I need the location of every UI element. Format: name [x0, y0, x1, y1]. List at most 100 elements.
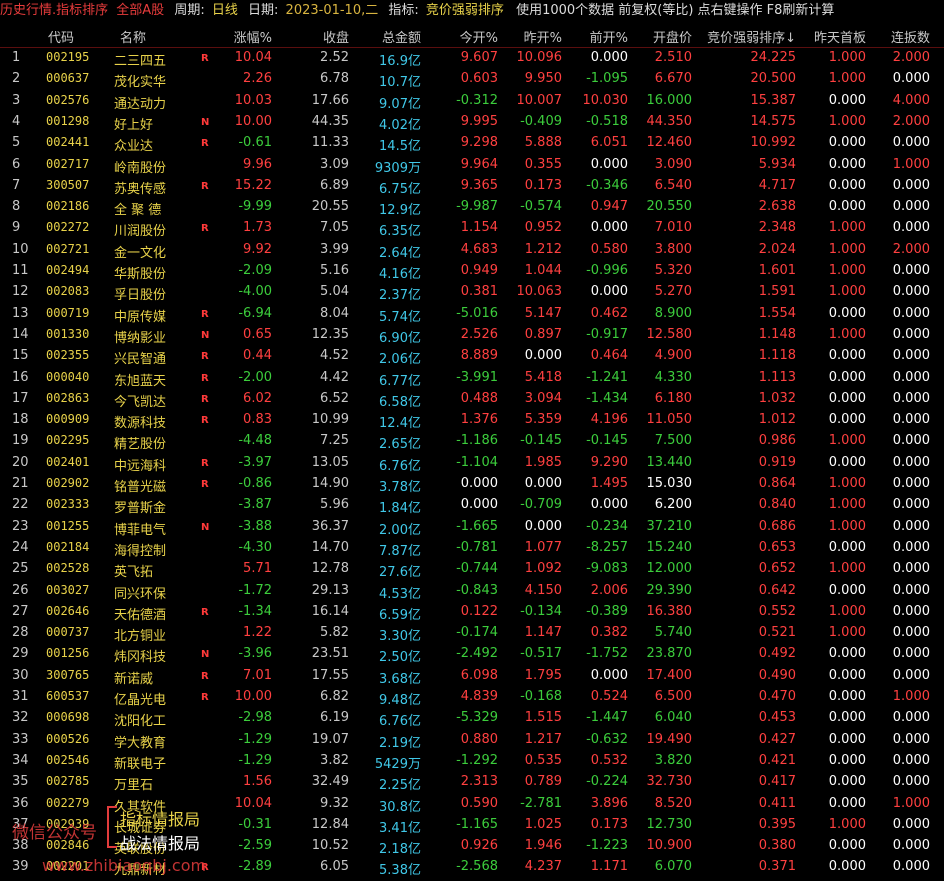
auction-rank: 1.601	[758, 263, 796, 278]
table-row[interactable]: 18 000909 数源科技 R 0.83 10.99 1.376 5.359 4.196 11.…	[0, 410, 944, 431]
table-row[interactable]: 33 000526 学大教育 -1.29 19.07 0.880 1.217 -0.632 19…	[0, 730, 944, 751]
date-value[interactable]: 2023-01-10,二	[286, 0, 379, 22]
stock-name: 沈阳化工	[114, 714, 167, 730]
table-row[interactable]: 29 001256 炜冈科技 N -3.96 23.51 -2.492 -0.517 -1.75…	[0, 644, 944, 665]
yesterday-open-pct: 4.150	[524, 582, 562, 598]
table-row[interactable]: 2 000637 茂化实华 2.26 6.78 0.603 9.950 -1.095 6.670…	[0, 69, 944, 90]
consecutive-boards: 0.000	[892, 603, 930, 619]
scope-selector[interactable]: 全部A股	[116, 0, 164, 22]
table-row[interactable]: 13 000719 中原传媒 R -6.94 8.04 -5.016 5.147 0.462 8.…	[0, 304, 944, 325]
table-row[interactable]: 9 002272 川润股份 R 1.73 7.05 1.154 0.952 0.000 7.010…	[0, 218, 944, 239]
open-price: 12.580	[646, 326, 693, 342]
auction-rank: 2.638	[758, 199, 796, 215]
table-row[interactable]: 12 002083 孚日股份 -4.00 5.04 0.381 10.063 0.000 5.2…	[0, 282, 944, 303]
table-row[interactable]: 25 002528 英飞拓 5.71 12.78 -0.744 1.092 -9.083 12.…	[0, 559, 944, 580]
col-yest-open[interactable]: 昨开%	[524, 27, 562, 46]
yesterday-open-pct: 0.355	[524, 156, 562, 172]
yesterday-first-board: 1.000	[828, 518, 866, 534]
table-row[interactable]: 8 002186 全 聚 德 -9.99 20.55 -9.987 -0.574 0.947 2…	[0, 197, 944, 218]
consecutive-boards: 0.000	[892, 539, 930, 555]
table-row[interactable]: 6 002717 岭南股份 9.96 3.09 9.964 0.355 0.000 3.090 5…	[0, 155, 944, 176]
close-price: 44.35	[311, 113, 349, 129]
close-price: 3.82	[320, 752, 349, 768]
col-yest-first[interactable]: 昨天首板	[814, 27, 866, 46]
prev-open-pct: -1.447	[586, 710, 628, 726]
close-price: 6.78	[320, 71, 349, 87]
stock-name: 精艺股份	[114, 437, 167, 453]
table-row[interactable]: 5 002441 众业达 R -0.61 11.33 9.298 5.888 6.051 12.4…	[0, 133, 944, 154]
col-consec[interactable]: 连扳数	[891, 27, 930, 46]
total-amount: 5.74亿	[379, 306, 421, 325]
table-row[interactable]: 24 002184 海得控制 -4.30 14.70 -0.781 1.077 -8.257 1…	[0, 538, 944, 559]
table-row[interactable]: 35 002785 万里石 1.56 32.49 2.313 0.789 -0.224 32.7…	[0, 772, 944, 793]
prev-open-pct: 0.947	[590, 199, 628, 215]
stock-code: 002576	[46, 92, 90, 107]
table-row[interactable]: 4 001298 好上好 N 10.00 44.35 9.995 -0.409 -0.518 44…	[0, 112, 944, 133]
col-rank[interactable]: 竞价强弱排序↓	[707, 27, 796, 46]
col-close[interactable]: 收盘	[323, 27, 349, 46]
table-row[interactable]: 7 300507 苏奥传感 R 15.22 6.89 9.365 0.173 -0.346 6.5…	[0, 176, 944, 197]
table-row[interactable]: 19 002295 精艺股份 -4.48 7.25 -1.186 -0.145 -0.145 7…	[0, 431, 944, 452]
stock-name: 铭普光磁	[114, 480, 167, 495]
total-amount: 7.87亿	[379, 540, 421, 559]
table-row[interactable]: 21 002902 铭普光磁 R -0.86 14.90 0.000 0.000 1.495 15…	[0, 474, 944, 495]
total-amount: 30.8亿	[379, 796, 421, 815]
amount-value: 3.68	[379, 671, 408, 687]
table-row[interactable]: 1 002195 二三四五 R 10.04 2.52 9.607 10.096 0.000 2.5…	[0, 48, 944, 69]
yesterday-open-pct: 1.795	[524, 667, 562, 683]
table-row[interactable]: 31 600537 亿晶光电 R 10.00 6.82 4.839 -0.168 0.524 6.…	[0, 687, 944, 708]
yesterday-first-board: 0.000	[828, 689, 866, 704]
prev-open-pct: 1.495	[590, 476, 628, 491]
open-price: 8.900	[654, 305, 692, 321]
yesterday-open-pct: 1.092	[524, 561, 562, 577]
yesterday-first-board: 1.000	[828, 433, 866, 449]
consecutive-boards: 0.000	[892, 305, 930, 321]
close-price: 3.99	[320, 241, 349, 257]
amount-value: 3.30	[379, 629, 408, 645]
amount-unit: 亿	[407, 820, 421, 836]
table-row[interactable]: 16 000040 东旭蓝天 R -2.00 4.42 -3.991 5.418 -1.241 4…	[0, 368, 944, 389]
table-row[interactable]: 15 002355 兴民智通 R 0.44 4.52 8.889 0.000 0.464 4.90…	[0, 346, 944, 367]
yesterday-first-board: 0.000	[828, 795, 866, 811]
table-row[interactable]: 26 003027 同兴环保 -1.72 29.13 -0.843 4.150 2.006 29…	[0, 581, 944, 602]
table-row[interactable]: 28 000737 北方铜业 1.22 5.82 -0.174 1.147 0.382 5.74…	[0, 623, 944, 644]
col-open-price[interactable]: 开盘价	[653, 27, 692, 46]
auction-rank: 24.225	[750, 50, 797, 65]
row-index: 26	[12, 582, 29, 598]
consecutive-boards: 1.000	[892, 156, 930, 172]
period-value[interactable]: 日线	[212, 0, 238, 22]
col-code[interactable]: 代码	[48, 27, 74, 46]
total-amount: 2.65亿	[379, 433, 421, 452]
table-row[interactable]: 3 002576 通达动力 10.03 17.66 -0.312 10.007 10.030 1…	[0, 91, 944, 112]
col-prev-open[interactable]: 前开%	[590, 27, 628, 46]
amount-unit: 亿	[407, 394, 421, 410]
stock-name: 博纳影业	[114, 330, 167, 346]
table-row[interactable]: 10 002721 金一文化 9.92 3.99 4.683 1.212 0.580 3.800…	[0, 240, 944, 261]
consecutive-boards: 0.000	[892, 177, 930, 193]
row-index: 3	[12, 92, 21, 108]
col-name[interactable]: 名称	[120, 27, 146, 46]
table-row[interactable]: 22 002333 罗普斯金 -3.87 5.96 0.000 -0.709 0.000 6.2…	[0, 495, 944, 516]
amount-value: 10.7	[379, 75, 408, 91]
table-row[interactable]: 20 002401 中远海科 R -3.97 13.05 -1.104 1.985 9.290 1…	[0, 453, 944, 474]
total-amount: 6.90亿	[379, 327, 421, 346]
col-amount[interactable]: 总金额	[382, 27, 421, 46]
row-index: 17	[12, 390, 29, 406]
table-row[interactable]: 27 002646 天佑德酒 R -1.34 16.14 0.122 -0.134 -0.389…	[0, 602, 944, 623]
table-row[interactable]: 11 002494 华斯股份 -2.09 5.16 0.949 1.044 -0.996 5.3…	[0, 261, 944, 282]
amount-unit: 亿	[407, 330, 421, 346]
col-today-open[interactable]: 今开%	[460, 27, 498, 46]
table-row[interactable]: 23 001255 博菲电气 N -3.88 36.37 -1.665 0.000 -0.234…	[0, 517, 944, 538]
yesterday-first-board: 1.000	[828, 476, 866, 491]
yesterday-open-pct: -0.574	[520, 199, 562, 215]
col-chg[interactable]: 涨幅%	[234, 27, 272, 46]
table-row[interactable]: 14 001330 博纳影业 N 0.65 12.35 2.526 0.897 -0.917 12…	[0, 325, 944, 346]
yesterday-first-board: 1.000	[828, 284, 866, 300]
table-row[interactable]: 30 300765 新诺威 R 7.01 17.55 6.098 1.795 0.000 17.4…	[0, 666, 944, 687]
table-row[interactable]: 32 000698 沈阳化工 -2.98 6.19 -5.329 1.515 -1.447 6.…	[0, 708, 944, 729]
yesterday-first-board: 0.000	[828, 710, 866, 726]
table-row[interactable]: 17 002863 今飞凯达 R 6.02 6.52 0.488 3.094 -1.434 6.1…	[0, 389, 944, 410]
indicator-value[interactable]: 竞价强弱排序	[426, 0, 504, 22]
table-row[interactable]: 34 002546 新联电子 -1.29 3.82 -1.292 0.535 0.532 3.8…	[0, 751, 944, 772]
stock-code: 300507	[46, 177, 90, 192]
